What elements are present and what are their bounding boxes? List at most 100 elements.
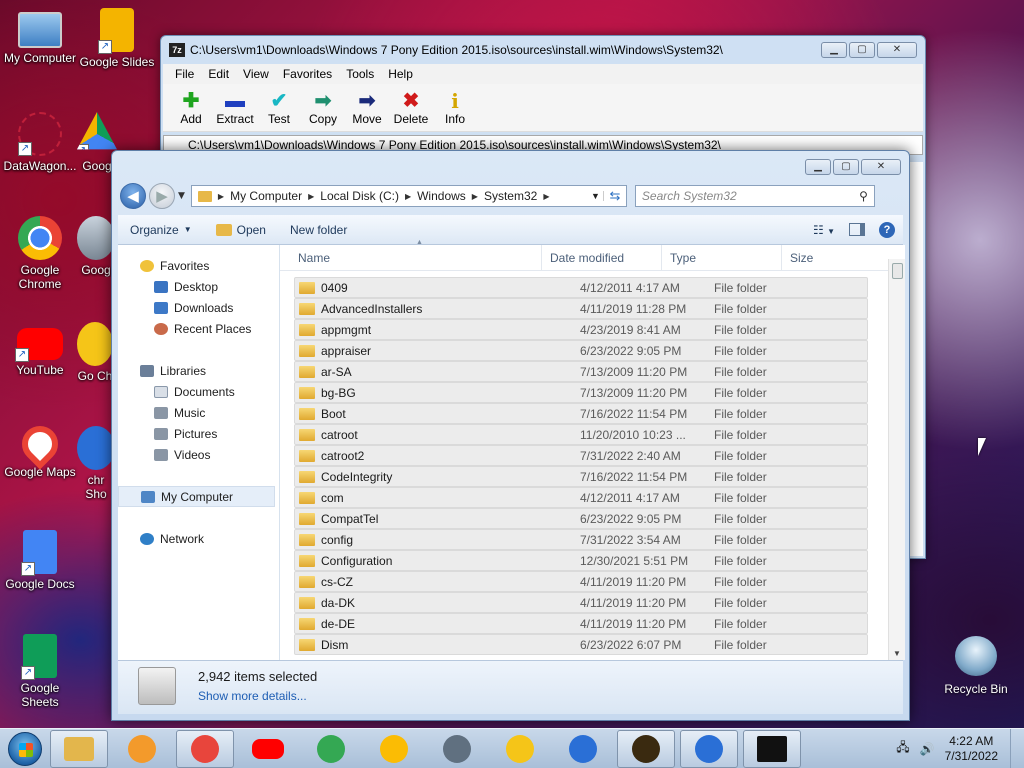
preview-pane-icon[interactable]: [849, 223, 865, 236]
nav-documents[interactable]: Documents: [118, 381, 279, 402]
maximize-button[interactable]: ▢: [833, 159, 859, 175]
search-input[interactable]: Search System32 ⚲: [634, 185, 875, 207]
extract-button[interactable]: ▬ Extract: [215, 84, 255, 131]
drive-taskbar[interactable]: [365, 730, 423, 768]
bluestacks-taskbar[interactable]: [617, 729, 675, 768]
maximize-button[interactable]: ▢: [849, 42, 875, 58]
desktop-icon-my-computer[interactable]: My Computer: [0, 8, 80, 65]
new-folder-button[interactable]: New folder: [278, 223, 359, 237]
info-button[interactable]: i Info: [435, 84, 475, 131]
table-row[interactable]: Boot 7/16/2022 11:54 PM File folder: [294, 403, 868, 424]
desktop-icon-recycle-bin[interactable]: Recycle Bin: [936, 636, 1016, 696]
breadcrumb[interactable]: ▶ My Computer ▶ Local Disk (C:) ▶ Window…: [190, 185, 627, 207]
earth-pro-taskbar[interactable]: [428, 730, 486, 768]
desktop-icon-google-maps[interactable]: Google Maps: [0, 418, 80, 479]
start-button[interactable]: [0, 729, 50, 768]
maps-taskbar[interactable]: [302, 730, 360, 768]
table-row[interactable]: appmgmt 4/23/2019 8:41 AM File folder: [294, 319, 868, 340]
vertical-scrollbar[interactable]: ▼: [888, 259, 905, 660]
table-row[interactable]: bg-BG 7/13/2009 11:20 PM File folder: [294, 382, 868, 403]
breadcrumb-local-disk[interactable]: Local Disk (C:): [314, 189, 405, 203]
chevron-right-icon[interactable]: ▶: [543, 192, 549, 201]
clock[interactable]: 4:22 AM 7/31/2022: [945, 734, 998, 764]
youtube-taskbar[interactable]: [239, 730, 297, 768]
menu-edit[interactable]: Edit: [208, 67, 229, 81]
back-button[interactable]: ◀: [120, 183, 146, 209]
help-icon[interactable]: ?: [879, 221, 895, 238]
desktop-icon-youtube[interactable]: ↗ YouTube: [0, 322, 80, 377]
nav-pictures[interactable]: Pictures: [118, 423, 279, 444]
chrome-taskbar[interactable]: [176, 729, 234, 768]
table-row[interactable]: cs-CZ 4/11/2019 11:20 PM File folder: [294, 571, 868, 592]
desktop-icon-google-chrome-canary[interactable]: Go Ch: [77, 322, 113, 383]
show-desktop-button[interactable]: [1010, 728, 1024, 768]
desktop-icon-google-earth[interactable]: Goog: [77, 216, 115, 277]
chrome-canary-taskbar[interactable]: [491, 730, 549, 768]
menu-view[interactable]: View: [243, 67, 269, 81]
nav-recent-places[interactable]: Recent Places: [118, 318, 279, 339]
minimize-button[interactable]: ▁: [805, 159, 831, 175]
network-tray-icon[interactable]: 🖧: [896, 738, 909, 759]
table-row[interactable]: config 7/31/2022 3:54 AM File folder: [294, 529, 868, 550]
close-button[interactable]: ✕: [877, 42, 917, 58]
breadcrumb-windows[interactable]: Windows: [411, 189, 472, 203]
table-row[interactable]: da-DK 4/11/2019 11:20 PM File folder: [294, 592, 868, 613]
volume-icon[interactable]: 🔊: [920, 742, 935, 756]
column-size[interactable]: Size: [782, 245, 872, 270]
explorer-taskbar[interactable]: [50, 729, 108, 768]
table-row[interactable]: 0409 4/12/2011 4:17 AM File folder: [294, 277, 868, 298]
nav-favorites[interactable]: Favorites: [118, 255, 279, 276]
nav-my-computer[interactable]: My Computer: [118, 486, 275, 507]
nav-desktop[interactable]: Desktop: [118, 276, 279, 297]
open-button[interactable]: Open: [204, 223, 278, 237]
table-row[interactable]: CodeIntegrity 7/16/2022 11:54 PM File fold…: [294, 466, 868, 487]
organize-button[interactable]: Organize ▼: [118, 223, 204, 237]
refresh-icon[interactable]: ⇆: [604, 188, 626, 204]
recent-pages-dropdown[interactable]: ▼: [178, 191, 185, 201]
nav-music[interactable]: Music: [118, 402, 279, 423]
minimize-button[interactable]: ▁: [821, 42, 847, 58]
chrome-blue-2-taskbar[interactable]: [680, 729, 738, 768]
close-button[interactable]: ✕: [861, 159, 901, 175]
delete-button[interactable]: ✖ Delete: [391, 84, 431, 131]
table-row[interactable]: Dism 6/23/2022 6:07 PM File folder: [294, 634, 868, 655]
desktop-icon-google-chrome[interactable]: Google Chrome: [0, 216, 80, 291]
breadcrumb-my-computer[interactable]: My Computer: [224, 189, 308, 203]
menu-file[interactable]: File: [175, 67, 194, 81]
desktop-icon-google-slides[interactable]: ↗ Google Slides: [77, 8, 157, 69]
menu-help[interactable]: Help: [388, 67, 413, 81]
sevenzip-titlebar[interactable]: 7z C:\Users\vm1\Downloads\Windows 7 Pony…: [161, 36, 925, 64]
chrome-blue-taskbar[interactable]: [554, 730, 612, 768]
desktop-icon-google-sheets[interactable]: ↗ Google Sheets: [0, 634, 80, 709]
menu-favorites[interactable]: Favorites: [283, 67, 332, 81]
nav-downloads[interactable]: Downloads: [118, 297, 279, 318]
scroll-down-icon[interactable]: ▼: [893, 649, 901, 658]
search-icon[interactable]: ⚲: [859, 189, 868, 203]
table-row[interactable]: ar-SA 7/13/2009 11:20 PM File folder: [294, 361, 868, 382]
table-row[interactable]: com 4/12/2011 4:17 AM File folder: [294, 487, 868, 508]
sevenzip-taskbar[interactable]: [743, 729, 801, 768]
desktop-icon-google-docs[interactable]: ↗ Google Docs: [0, 530, 80, 591]
move-button[interactable]: ➡ Move: [347, 84, 387, 131]
table-row[interactable]: catroot2 7/31/2022 2:40 AM File folder: [294, 445, 868, 466]
file-list[interactable]: ▲ Name Date modified Type Size 0409 4/12/…: [280, 239, 905, 660]
nav-network[interactable]: Network: [118, 528, 279, 549]
menu-tools[interactable]: Tools: [346, 67, 374, 81]
table-row[interactable]: de-DE 4/11/2019 11:20 PM File folder: [294, 613, 868, 634]
column-date-modified[interactable]: Date modified: [542, 245, 662, 270]
add-button[interactable]: ✚ Add: [171, 84, 211, 131]
table-row[interactable]: appraiser 6/23/2022 9:05 PM File folder: [294, 340, 868, 361]
breadcrumb-system32[interactable]: System32: [478, 189, 543, 203]
nav-videos[interactable]: Videos: [118, 444, 279, 465]
forward-button[interactable]: ▶: [149, 183, 175, 209]
desktop-icon-chrome-shortcut[interactable]: chr Sho: [77, 426, 115, 501]
column-name[interactable]: Name: [280, 245, 542, 270]
table-row[interactable]: AdvancedInstallers 4/11/2019 11:28 PM File…: [294, 298, 868, 319]
show-more-details-link[interactable]: Show more details...: [198, 689, 307, 703]
scrollbar-thumb[interactable]: [892, 263, 903, 279]
copy-button[interactable]: ➡ Copy: [303, 84, 343, 131]
table-row[interactable]: CompatTel 6/23/2022 9:05 PM File folder: [294, 508, 868, 529]
column-type[interactable]: Type: [662, 245, 782, 270]
media-player-taskbar[interactable]: [113, 730, 171, 768]
view-options-icon[interactable]: ☷ ▼: [813, 223, 835, 237]
